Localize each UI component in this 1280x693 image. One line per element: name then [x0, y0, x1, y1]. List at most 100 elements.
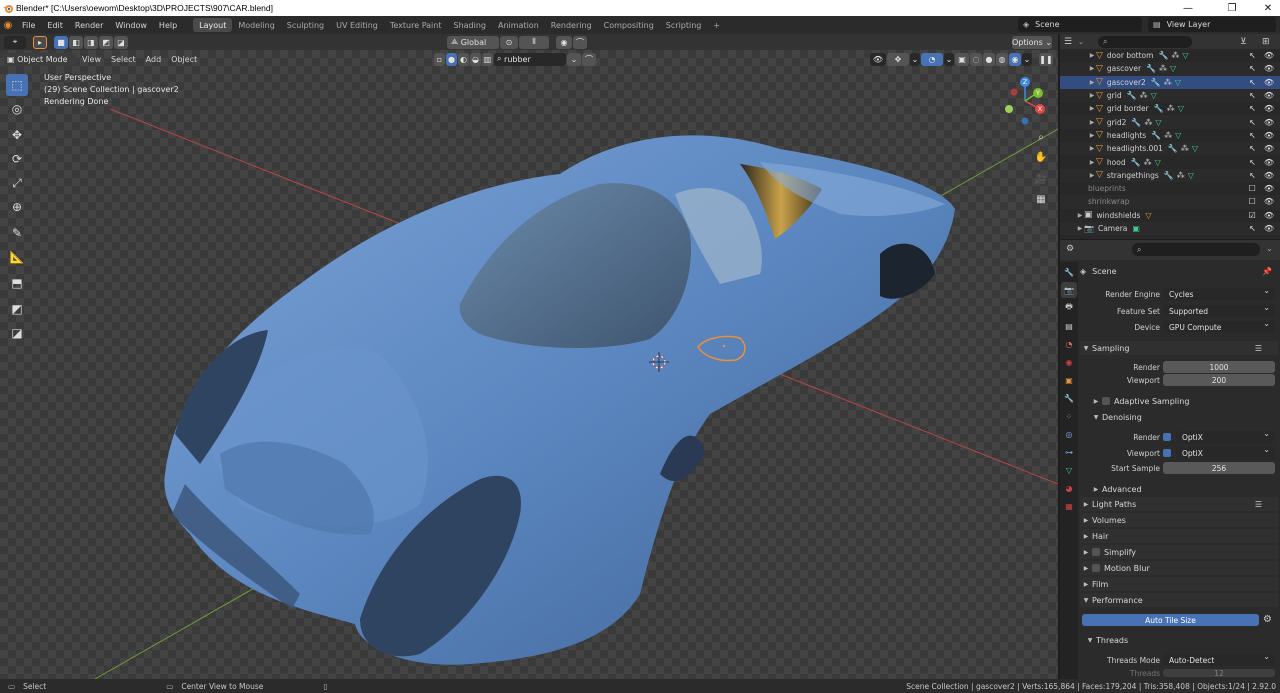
eye-icon[interactable]: 👁	[1264, 144, 1274, 153]
simplify-header[interactable]: ▶ Simplify	[1080, 545, 1278, 559]
sampling-presets-icon[interactable]: ☰	[1255, 344, 1262, 353]
shading-render-icon[interactable]: ◒	[470, 52, 481, 66]
device-dropdown[interactable]: GPU Compute	[1163, 319, 1275, 333]
output-tab-icon[interactable]: 🖶	[1061, 300, 1077, 316]
viewport-menu-select[interactable]: Select	[106, 55, 141, 64]
volumes-header[interactable]: ▶ Volumes	[1080, 513, 1278, 527]
exclude-checkbox-icon[interactable]: ☐	[1249, 184, 1256, 193]
eye-icon[interactable]: 👁	[1264, 184, 1274, 193]
menu-edit[interactable]: Edit	[41, 21, 69, 30]
adaptive-sampling-checkbox[interactable]	[1102, 397, 1110, 405]
outliner-row-strangethings[interactable]: ▶ ▽ strangethings 🔧 ⁂ ▽ ↖ 👁	[1060, 168, 1280, 182]
selectable-arrow-icon[interactable]: ↖	[1249, 158, 1256, 167]
viewport-material-icon[interactable]: ◍	[996, 52, 1008, 66]
rotate-tool-icon[interactable]: ⟳	[6, 148, 28, 170]
texture-tab-icon[interactable]: ▦	[1061, 498, 1077, 514]
editor-type-icon[interactable]: ⌖	[4, 35, 26, 49]
overlay-toggle-icon[interactable]: ◔	[921, 52, 943, 66]
menu-file[interactable]: File	[16, 21, 41, 30]
shear-tool-icon[interactable]: ◩	[6, 298, 28, 320]
gizmo-dropdown-icon[interactable]: ⌄	[910, 52, 920, 66]
transform-tool-icon[interactable]: ⊕	[6, 196, 28, 218]
viewport-menu-object[interactable]: Object	[166, 55, 202, 64]
world-tab-icon[interactable]: ◉	[1061, 354, 1077, 370]
selectable-arrow-icon[interactable]: ↖	[1249, 171, 1256, 180]
performance-header[interactable]: ▼ Performance	[1080, 593, 1278, 607]
proportional-edit-icon[interactable]: ◉	[556, 35, 572, 49]
pause-render-icon[interactable]: ❚❚	[1039, 52, 1053, 66]
eye-icon[interactable]: 👁	[1264, 171, 1274, 180]
view-layer-selector[interactable]: ▤ View Layer	[1148, 17, 1276, 32]
modifier-tab-icon[interactable]: 🔧	[1061, 390, 1077, 406]
xray-icon[interactable]: ▥	[482, 52, 493, 66]
eye-icon[interactable]: 👁	[1264, 197, 1274, 206]
selectable-arrow-icon[interactable]: ↖	[1249, 224, 1256, 233]
properties-search-field[interactable]: ⌕	[1132, 243, 1260, 256]
light-paths-header[interactable]: ▶ Light Paths ☰	[1080, 497, 1278, 511]
cursor-tool-icon[interactable]: ◎	[6, 98, 28, 120]
move-tool-icon[interactable]: ✥	[6, 124, 28, 146]
viewport-solid-icon[interactable]: ●	[983, 52, 995, 66]
tab-uv-editing[interactable]: UV Editing	[330, 18, 384, 32]
expand-icon[interactable]: ▶	[1088, 159, 1096, 166]
expand-icon[interactable]: ▶	[1088, 105, 1096, 112]
expand-icon[interactable]: ▶	[1088, 92, 1096, 99]
threads-count-field[interactable]: 12	[1163, 669, 1275, 678]
3d-viewport[interactable]: ⌖ ▸ ■ ◧ ◨ ◩ ◪ ⟁ Global ⊙ ⦀ ◉ ⌒ Options ⌄…	[0, 34, 1058, 679]
motion-blur-header[interactable]: ▶ Motion Blur	[1080, 561, 1278, 575]
mode-dropdown[interactable]: ▣ Object Mode	[4, 52, 76, 66]
camera-view-icon[interactable]: 🎥	[1032, 170, 1050, 188]
shading-dropdown-icon[interactable]: ⌄	[1022, 52, 1032, 66]
outliner-row-shrinkwrap[interactable]: shrinkwrap ☐ 👁	[1060, 195, 1280, 209]
overlay-dropdown-icon[interactable]: ⌄	[944, 52, 954, 66]
viewport-samples-field[interactable]: 200	[1163, 374, 1275, 386]
viewport-wire-icon[interactable]: ◌	[970, 52, 982, 66]
tab-compositing[interactable]: Compositing	[598, 18, 660, 32]
render-engine-dropdown[interactable]: Cycles	[1163, 286, 1275, 300]
pin-icon[interactable]: 📌	[1262, 267, 1272, 276]
denoise-viewport-dropdown[interactable]: OptiX	[1176, 445, 1275, 459]
constraints-tab-icon[interactable]: ⊶	[1061, 444, 1077, 460]
tab-layout[interactable]: Layout	[193, 18, 233, 32]
select-mode-new-icon[interactable]: ■	[54, 35, 68, 49]
falloff-icon[interactable]: ⌒	[573, 35, 587, 49]
tab-animation[interactable]: Animation	[492, 18, 545, 32]
film-header[interactable]: ▶ Film	[1080, 577, 1278, 591]
expand-icon[interactable]: ▶	[1076, 225, 1084, 232]
filter-icon[interactable]: ⊻	[1240, 37, 1247, 47]
eye-icon[interactable]: 👁	[1264, 104, 1274, 113]
outliner-row-door-bottom[interactable]: ▶ ▽ door bottom 🔧 ⁂ ▽ ↖ 👁	[1060, 49, 1280, 62]
select-mode-invert-icon[interactable]: ◩	[99, 35, 113, 49]
options-dropdown[interactable]: Options ⌄	[1012, 35, 1052, 49]
expand-icon[interactable]: ▶	[1088, 79, 1096, 86]
expand-icon[interactable]: ▶	[1088, 172, 1096, 179]
expand-icon[interactable]: ▶	[1088, 119, 1096, 126]
denoising-header[interactable]: ▼ Denoising	[1080, 410, 1278, 424]
shading-wire-icon[interactable]: ▫	[434, 52, 445, 66]
eye-icon[interactable]: 👁	[1264, 78, 1274, 87]
particles-tab-icon[interactable]: ⁘	[1061, 408, 1077, 424]
eye-icon[interactable]: 👁	[1264, 91, 1274, 100]
expand-icon[interactable]: ▶	[1088, 65, 1096, 72]
tab-modeling[interactable]: Modeling	[232, 18, 280, 32]
render-tab-icon[interactable]: 📷	[1061, 282, 1077, 298]
outliner-row-headlights[interactable]: ▶ ▽ headlights 🔧 ⁂ ▽ ↖ 👁	[1060, 129, 1280, 142]
scale-tool-icon[interactable]: ⤢	[6, 172, 28, 194]
menu-render[interactable]: Render	[69, 21, 109, 30]
material-dropdown-icon[interactable]: ⌄	[567, 52, 581, 66]
grid-view-icon[interactable]: ▦	[1032, 190, 1050, 208]
tab-scripting[interactable]: Scripting	[660, 18, 708, 32]
eye-icon[interactable]: 👁	[1264, 158, 1274, 167]
add-workspace-button[interactable]: +	[707, 18, 726, 32]
eye-icon[interactable]: 👁	[1264, 64, 1274, 73]
xray-toggle-icon[interactable]: ▣	[955, 52, 969, 66]
denoise-render-dropdown[interactable]: OptiX	[1176, 429, 1275, 443]
outliner-row-gascover[interactable]: ▶ ▽ gascover 🔧 ⁂ ▽ ↖ 👁	[1060, 62, 1280, 76]
select-box-icon[interactable]: ▸	[33, 35, 47, 49]
maximize-icon[interactable]: ❐	[1214, 0, 1250, 16]
exclude-checkbox-icon[interactable]: ☑	[1249, 211, 1256, 220]
expand-icon[interactable]: ▶	[1088, 52, 1096, 59]
outliner-row-windshields[interactable]: ▶ ▣ windshields ▽ ☑ 👁	[1060, 209, 1280, 222]
select-tool-icon[interactable]: ⬚	[6, 74, 28, 96]
selectable-arrow-icon[interactable]: ↖	[1249, 131, 1256, 140]
